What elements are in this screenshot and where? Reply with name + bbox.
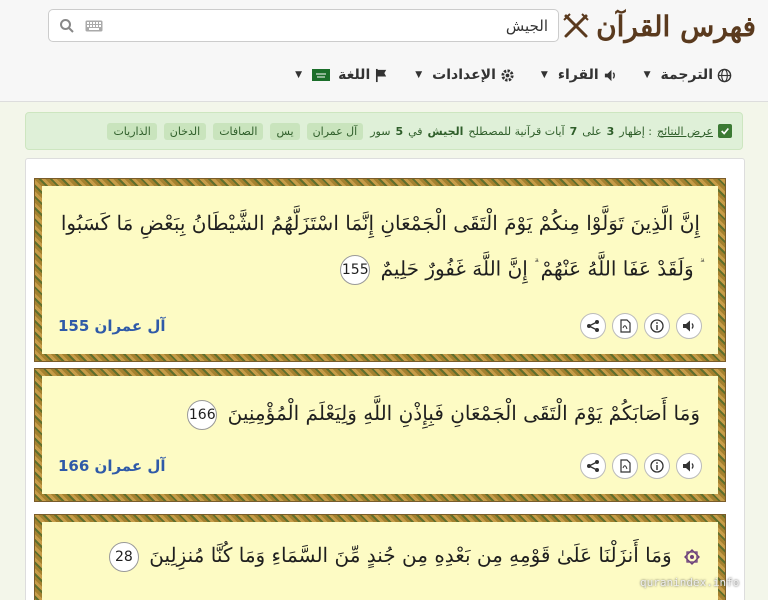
- speaker-icon: [683, 320, 694, 332]
- results-text-d: في: [408, 124, 423, 138]
- results-surah-count: 5: [395, 124, 404, 138]
- nav-reciters-label: القراء: [557, 67, 599, 83]
- results-text-e: سور: [370, 124, 391, 138]
- pdf-icon: [620, 319, 631, 333]
- results-text-b: على: [582, 124, 602, 138]
- surah-tag[interactable]: الذاريات: [107, 122, 157, 140]
- verse-card: وَمَا أَصَابَكُمْ يَوْمَ الْتَقَى الْجَم…: [35, 369, 725, 501]
- pdf-button[interactable]: [612, 313, 638, 339]
- ayah-number: 28: [108, 541, 139, 572]
- share-button[interactable]: [580, 313, 606, 339]
- verse-text-part: إِنَّ اللَّهَ غَفُورٌ حَلِيمٌ: [380, 256, 528, 281]
- surah-tag[interactable]: الدخان: [163, 122, 207, 140]
- keyboard-icon[interactable]: [85, 20, 103, 32]
- verse-text-part: وَمَا أَصَابَكُمْ يَوْمَ الْتَقَى الْجَم…: [227, 401, 700, 425]
- verse-card: إِنَّ الَّذِينَ تَوَلَّوْا مِنكُمْ يَوْم…: [35, 179, 725, 361]
- results-panel: إِنَّ الَّذِينَ تَوَلَّوْا مِنكُمْ يَوْم…: [25, 158, 745, 600]
- info-icon: [650, 319, 664, 333]
- site-watermark: quranindex.info: [640, 576, 740, 589]
- caret-down-icon: ▼: [643, 70, 651, 80]
- results-text-c: آيات قرآنية للمصطلح: [468, 124, 565, 138]
- nav-settings-label: الإعدادات: [432, 67, 496, 83]
- results-term: الجيش: [427, 124, 464, 138]
- verse-text: وَمَا أَنزَلْنَا عَلَىٰ قَوْمِهِ مِن بَع…: [42, 522, 718, 576]
- ayah-number: 166: [187, 399, 218, 430]
- brand[interactable]: فهرس القرآن: [562, 6, 756, 46]
- verse-footer: آل عمران 166: [58, 452, 702, 480]
- gear-icon: [501, 68, 514, 82]
- results-label[interactable]: عرض النتائج: [657, 125, 713, 138]
- nav-language[interactable]: اللغة ▼: [295, 67, 389, 83]
- nav-translation-label: الترجمة: [660, 67, 713, 83]
- verse-actions: [580, 453, 702, 479]
- nav-reciters[interactable]: القراء ▼: [541, 67, 618, 83]
- play-audio-button[interactable]: [676, 453, 702, 479]
- pdf-button[interactable]: [612, 453, 638, 479]
- share-icon: [587, 320, 599, 332]
- saudi-flag-icon: [312, 69, 331, 81]
- verse-text-part: إِنَّ الَّذِينَ تَوَلَّوْا مِنكُمْ يَوْم…: [60, 211, 700, 235]
- verse-text-part: وَمَا أَنزَلْنَا عَلَىٰ قَوْمِهِ مِن بَع…: [149, 543, 672, 567]
- pdf-icon: [620, 459, 631, 473]
- verse-text: وَمَا أَصَابَكُمْ يَوْمَ الْتَقَى الْجَم…: [42, 376, 718, 434]
- caret-down-icon: ▼: [415, 70, 423, 80]
- flag-icon: [376, 68, 387, 82]
- surah-tag[interactable]: يس: [270, 122, 300, 140]
- site-title[interactable]: فهرس القرآن: [596, 10, 756, 43]
- caret-down-icon: ▼: [540, 70, 548, 80]
- results-summary-alert: عرض النتائج : إظهار 3 على 7 آيات قرآنية …: [25, 112, 743, 150]
- verse-reference-link[interactable]: آل عمران 166: [58, 457, 166, 475]
- surah-tag[interactable]: آل عمران: [306, 122, 364, 140]
- speaker-icon: [604, 69, 615, 81]
- play-audio-button[interactable]: [676, 313, 702, 339]
- globe-icon: [717, 68, 732, 82]
- search-input[interactable]: [109, 16, 548, 35]
- share-icon: [587, 460, 599, 472]
- nav-translation[interactable]: الترجمة ▼: [644, 67, 732, 83]
- verse-reference-link[interactable]: آل عمران 155: [58, 317, 166, 335]
- info-button[interactable]: [644, 313, 670, 339]
- rub-el-hizb-icon: [684, 548, 700, 565]
- verse-text-part: وَلَقَدْ عَفَا اللَّهُ عَنْهُمْ: [540, 256, 694, 281]
- checkbox-checked-icon[interactable]: [718, 124, 732, 138]
- info-button[interactable]: [644, 453, 670, 479]
- nav-language-label: اللغة: [338, 67, 371, 83]
- verse-footer: آل عمران 155: [58, 312, 702, 340]
- info-icon: [650, 459, 664, 473]
- share-button[interactable]: [580, 453, 606, 479]
- search-bar[interactable]: [48, 9, 559, 42]
- verse-actions: [580, 313, 702, 339]
- results-text-a: : إظهار: [619, 124, 652, 138]
- results-shown-count: 3: [606, 124, 615, 138]
- verse-card: وَمَا أَنزَلْنَا عَلَىٰ قَوْمِهِ مِن بَع…: [35, 515, 725, 600]
- search-icon[interactable]: [59, 18, 75, 34]
- ayah-number: 155: [340, 255, 371, 286]
- speaker-icon: [683, 460, 694, 472]
- surah-tag[interactable]: الصافات: [213, 122, 264, 140]
- verse-text: إِنَّ الَّذِينَ تَوَلَّوْا مِنكُمْ يَوْم…: [42, 186, 718, 290]
- caret-down-icon: ▼: [295, 70, 303, 80]
- nav-settings[interactable]: الإعدادات ▼: [415, 67, 515, 83]
- results-total-count: 7: [569, 124, 578, 138]
- app-header: فهرس القرآن الجيش الترجمة ▼ القراء ▼ الإ…: [0, 0, 768, 102]
- main-nav: الترجمة ▼ القراء ▼ الإعدادات ▼ اللغة ▼: [295, 62, 732, 88]
- crossed-swords-icon: [563, 13, 589, 38]
